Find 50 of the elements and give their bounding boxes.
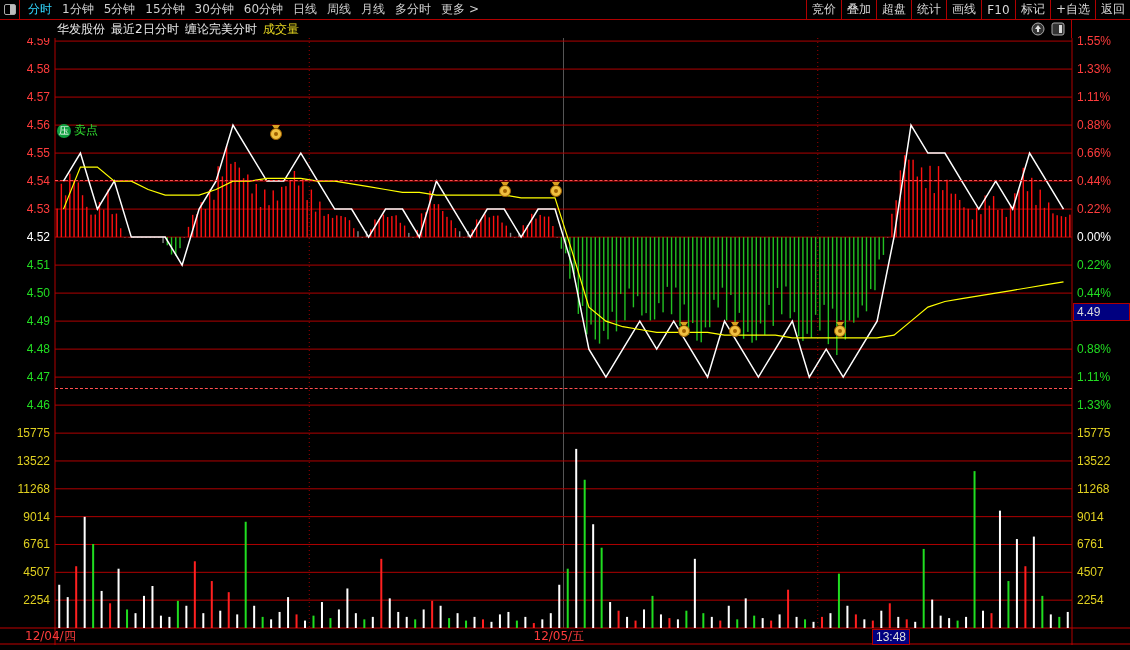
price-axis-label: 4.49	[26, 314, 50, 329]
volume-axis-label: 4507	[1077, 565, 1104, 580]
price-axis-label: 4.46	[26, 398, 50, 413]
price-cursor-label: 4.49	[1073, 303, 1130, 321]
price-axis-label: 4.51	[26, 258, 50, 273]
chart-title: 最近2日分时	[111, 20, 179, 38]
percent-axis-label: 0.22%	[1077, 257, 1112, 274]
chart-title: 成交量	[262, 20, 299, 38]
price-axis-label: 4.56	[26, 118, 50, 133]
percent-axis-label: 0.00%	[1077, 229, 1112, 246]
percent-axis-label: 1.33%	[1077, 397, 1112, 414]
volume-axis-label: 2254	[23, 593, 50, 608]
price-axis-label: 4.48	[26, 342, 50, 357]
volume-axis-label: 6761	[1077, 537, 1104, 552]
volume-axis-label: 4507	[23, 565, 50, 580]
volume-axis-label: 9014	[1077, 509, 1104, 524]
percent-axis-label: 0.88%	[1077, 341, 1112, 358]
price-axis-label: 4.57	[26, 90, 50, 105]
volume-axis-label: 13522	[1077, 453, 1111, 468]
chart-title: 缠论完美分时	[184, 20, 257, 38]
percent-axis-label: 0.44%	[1077, 285, 1112, 302]
date-label: 12/05/五	[533, 629, 585, 644]
volume-axis-label: 11268	[17, 481, 50, 496]
price-axis-label: 4.47	[26, 370, 50, 385]
chart-title: 华发股份	[57, 20, 105, 38]
price-axis-label: 4.58	[26, 62, 50, 77]
volume-axis-label: 13522	[16, 453, 50, 468]
percent-axis-label: 1.33%	[1077, 61, 1112, 78]
price-axis-label: 4.53	[26, 202, 50, 217]
percent-axis-label: 1.11%	[1077, 369, 1111, 386]
time-cursor-label: 13:48	[872, 629, 910, 645]
price-axis-label: 4.54	[26, 174, 50, 189]
signal-label: 卖点	[74, 122, 98, 139]
volume-axis-label: 9014	[23, 509, 50, 524]
percent-axis-label: 0.22%	[1077, 201, 1112, 218]
percent-axis-label: 0.66%	[1077, 145, 1112, 162]
volume-axis-label: 11268	[1077, 481, 1110, 496]
price-axis-label: 4.55	[26, 146, 50, 161]
volume-axis-label: 15775	[16, 426, 50, 441]
volume-axis-label: 6761	[23, 537, 50, 552]
percent-axis-label: 1.55%	[1077, 33, 1112, 50]
volume-axis-label: 15775	[1077, 426, 1111, 441]
volume-axis-label: 2254	[1077, 593, 1104, 608]
signal-badge: 压	[57, 123, 71, 138]
price-axis-label: 4.50	[26, 286, 50, 301]
percent-axis-label: 0.88%	[1077, 117, 1112, 134]
price-axis-label: 4.52	[26, 230, 50, 245]
date-label: 12/04/四	[25, 629, 76, 644]
percent-axis-label: 1.11%	[1077, 89, 1111, 106]
percent-axis-label: 0.44%	[1077, 173, 1112, 190]
